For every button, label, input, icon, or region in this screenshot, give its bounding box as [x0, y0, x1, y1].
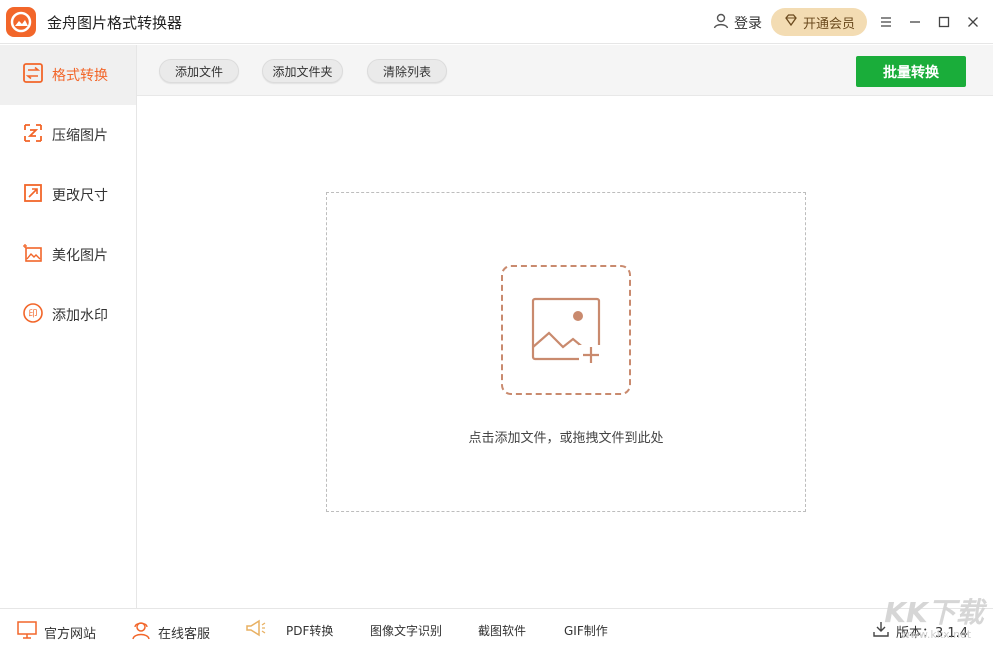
ocr-link[interactable]: 图像文字识别	[370, 622, 442, 639]
gif-maker-link[interactable]: GIF制作	[564, 622, 608, 639]
format-convert-icon	[22, 62, 44, 88]
screenshot-software-link[interactable]: 截图软件	[478, 622, 526, 639]
batch-convert-button[interactable]: 批量转换	[856, 56, 966, 87]
close-icon[interactable]	[963, 12, 983, 32]
official-website-link[interactable]: 官方网站	[16, 619, 96, 645]
diamond-icon	[783, 12, 799, 32]
app-logo-icon	[6, 7, 36, 37]
sidebar-item-format-convert[interactable]: 格式转换	[0, 45, 136, 105]
sidebar: 格式转换 压缩图片 更改尺寸 美化图片 印 添加水印	[0, 45, 137, 608]
sidebar-item-beautify[interactable]: 美化图片	[0, 225, 136, 285]
login-label: 登录	[734, 16, 762, 32]
version-info[interactable]: 版本：3.1.4	[872, 620, 968, 642]
footer: 官方网站 在线客服 PDF转换 图像文字识别 截图软件 GIF制作 版本：3.1…	[0, 608, 993, 647]
minimize-icon[interactable]	[905, 12, 925, 32]
watermark-icon: 印	[22, 302, 44, 328]
online-support-label: 在线客服	[158, 626, 211, 642]
app-window: 金舟图片格式转换器 登录 开通会员 格式转换 压缩图片 更改尺寸 美化图片 印 …	[0, 0, 993, 647]
beautify-icon	[22, 242, 44, 268]
pdf-convert-link[interactable]: PDF转换	[286, 622, 333, 639]
user-icon	[712, 12, 730, 34]
menu-icon[interactable]	[876, 12, 896, 32]
download-icon	[872, 620, 890, 642]
add-image-icon[interactable]	[501, 265, 631, 395]
login-button[interactable]: 登录	[712, 12, 762, 34]
drop-hint-text: 点击添加文件，或拖拽文件到此处	[468, 431, 664, 446]
sidebar-item-label: 美化图片	[52, 248, 108, 264]
add-file-button[interactable]: 添加文件	[159, 59, 239, 83]
svg-text:印: 印	[28, 308, 37, 320]
megaphone-icon	[244, 617, 266, 643]
maximize-icon[interactable]	[934, 12, 954, 32]
sidebar-item-compress[interactable]: 压缩图片	[0, 105, 136, 165]
sidebar-item-label: 压缩图片	[52, 128, 108, 144]
app-title: 金舟图片格式转换器	[47, 14, 183, 32]
resize-icon	[22, 182, 44, 208]
sidebar-item-watermark[interactable]: 印 添加水印	[0, 285, 136, 345]
clear-list-button[interactable]: 清除列表	[367, 59, 447, 83]
sidebar-item-label: 添加水印	[52, 308, 108, 324]
version-label: 版本：3.1.4	[896, 625, 969, 641]
online-support-link[interactable]: 在线客服	[130, 619, 210, 645]
sidebar-item-label: 更改尺寸	[52, 188, 108, 204]
title-bar: 金舟图片格式转换器 登录 开通会员	[0, 0, 993, 44]
official-website-label: 官方网站	[44, 626, 97, 642]
monitor-icon	[16, 619, 38, 645]
vip-label: 开通会员	[802, 16, 855, 32]
toolbar: 添加文件 添加文件夹 清除列表 批量转换	[137, 45, 993, 96]
sidebar-item-label: 格式转换	[52, 68, 108, 84]
sidebar-item-resize[interactable]: 更改尺寸	[0, 165, 136, 225]
file-drop-zone[interactable]: 点击添加文件，或拖拽文件到此处	[326, 192, 806, 512]
vip-button[interactable]: 开通会员	[771, 8, 867, 36]
add-folder-button[interactable]: 添加文件夹	[262, 59, 343, 83]
compress-icon	[22, 122, 44, 148]
support-agent-icon	[130, 619, 152, 645]
